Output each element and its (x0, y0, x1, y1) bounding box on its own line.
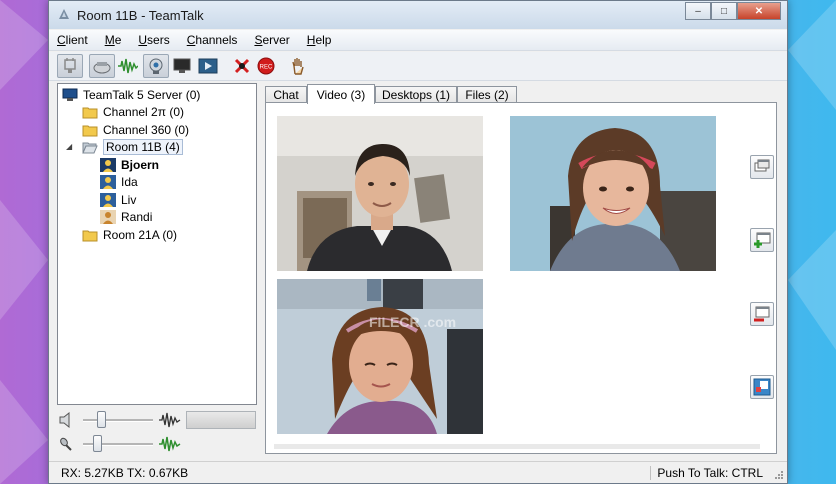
user-icon (100, 174, 116, 189)
maximize-button[interactable]: □ (711, 2, 737, 20)
minimize-button[interactable]: ‒ (685, 2, 711, 20)
desktop-share-icon (173, 58, 191, 73)
connect-button[interactable] (57, 54, 83, 78)
connect-icon (64, 58, 76, 73)
teamtalk-logo-icon (59, 9, 69, 19)
master-volume-row (57, 409, 257, 431)
record-label: REC (260, 65, 273, 71)
desktop-button[interactable] (169, 54, 195, 78)
video-stream-liv[interactable]: FILECR .com (277, 279, 483, 434)
user-label: Ida (121, 174, 138, 189)
tree-channel-360[interactable]: Channel 360 (0) (82, 121, 189, 138)
channel-label: Channel 360 (0) (103, 122, 190, 137)
voice-activation-level-icon (159, 436, 181, 452)
tree-channel-room11b[interactable]: Room 11B (4) (82, 138, 183, 155)
window-title: Room 11B - TeamTalk (77, 8, 204, 23)
horizontal-scrollbar[interactable] (274, 444, 760, 449)
server-icon (62, 88, 78, 101)
push-to-talk-status: Push To Talk: CTRL (650, 466, 763, 480)
watermark-text: FILECR .com (369, 314, 456, 330)
teamtalk-window: Room 11B - TeamTalk ‒ □ ✕ Client Me User… (48, 0, 788, 484)
user-talking-icon (100, 157, 116, 172)
folder-icon (82, 125, 98, 136)
user-label: Bjoern (121, 157, 160, 172)
detach-video-button[interactable] (750, 155, 774, 179)
add-video-button[interactable] (750, 228, 774, 252)
record-button[interactable]: REC (253, 54, 279, 78)
server-name: TeamTalk 5 Server (0) (83, 87, 201, 102)
tree-user-bjoern[interactable]: Bjoern (100, 156, 159, 173)
master-volume-track (83, 419, 153, 422)
tree-user-ida[interactable]: Ida (100, 173, 138, 190)
voice-activation-icon (118, 58, 138, 74)
expand-arrow-icon[interactable]: ◢ (66, 142, 74, 151)
channel-label: Room 21A (0) (103, 227, 178, 242)
menu-channels[interactable]: Channels (187, 33, 238, 47)
remove-video-button[interactable] (750, 302, 774, 326)
remove-video-icon (754, 306, 770, 322)
mute-all-button[interactable] (229, 54, 255, 78)
headset-icon (93, 62, 111, 74)
video-stream-bjoern[interactable] (277, 116, 483, 271)
open-folder-icon (82, 142, 98, 153)
mic-gain-row (57, 433, 257, 455)
close-button[interactable]: ✕ (737, 2, 781, 20)
raise-hand-icon (292, 58, 304, 75)
resize-grip-icon[interactable] (774, 470, 784, 480)
microphone-icon (60, 437, 72, 451)
menu-server[interactable]: Server (254, 33, 289, 47)
folder-icon (82, 230, 98, 241)
waveform-icon (159, 412, 181, 428)
webcam-icon (149, 58, 163, 74)
channel-label: Room 11B (4) (103, 138, 183, 155)
menu-client[interactable]: Client (57, 33, 88, 47)
status-bar: RX: 5.27KB TX: 0.67KB Push To Talk: CTRL (49, 461, 787, 483)
folder-icon (82, 107, 98, 118)
menu-me[interactable]: Me (105, 33, 122, 47)
user-label: Liv (121, 192, 137, 207)
speaker-icon (59, 412, 70, 428)
tab-video[interactable]: Video (3) (307, 84, 375, 104)
menu-bar: Client Me Users Channels Server Help (49, 30, 787, 51)
speakers-button[interactable] (89, 54, 115, 78)
media-stream-icon (198, 58, 218, 74)
video-panel: FILECR .com (265, 102, 777, 454)
raise-hand-button[interactable] (285, 54, 311, 78)
detach-video-icon (754, 159, 770, 172)
video-settings-icon (753, 378, 771, 396)
tab-desktops[interactable]: Desktops (1) (375, 86, 457, 103)
master-volume-slider[interactable] (97, 411, 106, 428)
menu-help[interactable]: Help (307, 33, 332, 47)
user-icon (100, 192, 116, 207)
menu-users[interactable]: Users (138, 33, 169, 47)
add-video-icon (754, 232, 771, 248)
tree-user-liv[interactable]: Liv (100, 191, 136, 208)
mic-gain-slider[interactable] (93, 435, 102, 452)
channel-label: Channel 2π (0) (103, 104, 184, 119)
video-button[interactable] (143, 54, 169, 78)
tree-channel-2pi[interactable]: Channel 2π (0) (82, 103, 184, 120)
tree-server-node[interactable]: TeamTalk 5 Server (0) (62, 86, 200, 103)
user-label: Randi (121, 209, 153, 224)
mute-all-icon (234, 58, 250, 74)
user-icon (100, 209, 116, 224)
traffic-status: RX: 5.27KB TX: 0.67KB (61, 466, 189, 480)
tab-chat[interactable]: Chat (265, 86, 307, 103)
tab-files[interactable]: Files (2) (457, 86, 517, 103)
tree-channel-room21a[interactable]: Room 21A (0) (82, 226, 177, 243)
video-settings-button[interactable] (750, 375, 774, 399)
voice-activation-button[interactable] (115, 54, 141, 78)
title-bar[interactable]: Room 11B - TeamTalk ‒ □ ✕ (49, 1, 787, 29)
stream-media-button[interactable] (195, 54, 221, 78)
voice-level-meter (186, 411, 256, 429)
tree-user-randi[interactable]: Randi (100, 208, 152, 225)
channel-tree[interactable]: TeamTalk 5 Server (0) Channel 2π (0) Cha… (57, 83, 257, 405)
video-stream-ida[interactable] (510, 116, 716, 271)
toolbar: REC (49, 52, 787, 81)
record-icon: REC (257, 57, 275, 75)
